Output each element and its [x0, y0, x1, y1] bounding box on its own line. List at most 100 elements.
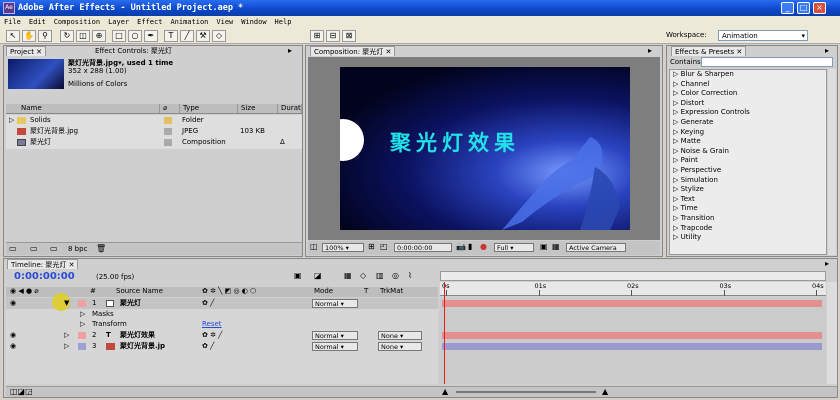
eye-icon[interactable]: ◉	[10, 341, 16, 352]
table-row[interactable]: ◉ ▷ 3 聚灯光背景.jp ✿ ╱ Normal ▾ None ▾	[6, 341, 438, 352]
table-row[interactable]: ◉ ▷ 2 T 聚光灯效果 ✿ ✲ ╱ Normal ▾ None ▾	[6, 330, 438, 341]
table-row[interactable]: ◉ ▼ 1 聚光灯 ✿ ╱ Normal ▾	[6, 293, 438, 311]
triangle-right-icon[interactable]: ▷	[64, 330, 69, 341]
effect-category-item[interactable]: ▷ Utility	[670, 233, 826, 243]
effect-category-item[interactable]: ▷ Paint	[670, 156, 826, 166]
mode-select[interactable]: Normal ▾	[312, 342, 358, 351]
effect-category-item[interactable]: ▷ Distort	[670, 99, 826, 109]
time-navigator[interactable]	[440, 271, 826, 281]
tab-effect-controls[interactable]: Effect Controls: 聚光灯	[92, 46, 175, 56]
panel-menu-icon[interactable]: ▸	[825, 46, 829, 55]
triangle-right-icon[interactable]: ▷	[64, 341, 69, 352]
tab-composition[interactable]: Composition: 聚光灯 ✕	[310, 46, 396, 56]
toggle-switches-icon[interactable]: ◫◪◲	[10, 387, 33, 396]
transparency-grid-icon[interactable]: ▦	[552, 242, 560, 251]
effect-category-item[interactable]: ▷ Expression Controls	[670, 108, 826, 118]
label-swatch[interactable]	[78, 300, 86, 307]
effect-category-item[interactable]: ▷ Channel	[670, 80, 826, 90]
effect-category-item[interactable]: ▷ Text	[670, 195, 826, 205]
motion-blur-icon[interactable]: ◎	[392, 271, 399, 280]
label-swatch[interactable]	[78, 343, 86, 350]
bpc-label[interactable]: 8 bpc	[68, 245, 87, 253]
list-item[interactable]: 聚光灯 Composition Δ	[6, 137, 302, 148]
mode-select[interactable]: Normal ▾	[312, 299, 358, 308]
effect-category-item[interactable]: ▷ Matte	[670, 137, 826, 147]
snapshot-icon[interactable]: 📷	[456, 242, 466, 251]
comp-canvas[interactable]: 聚光灯效果	[340, 67, 630, 230]
world-axis-icon[interactable]: ⊟	[326, 30, 340, 42]
triangle-down-icon[interactable]: ▼	[64, 298, 69, 309]
eye-icon[interactable]: ◉	[10, 298, 16, 309]
menu-edit[interactable]: Edit	[25, 16, 50, 28]
view-axis-icon[interactable]: ⊠	[342, 30, 356, 42]
effect-category-item[interactable]: ▷ Generate	[670, 118, 826, 128]
draft-3d-icon[interactable]: ▦	[344, 271, 352, 280]
timeline-scrollbar[interactable]	[827, 282, 837, 384]
brush-tool-icon[interactable]: ╱	[180, 30, 194, 42]
graph-editor-icon[interactable]: ⌇	[408, 271, 412, 280]
tab-timeline[interactable]: Timeline: 聚光灯 ✕	[7, 259, 79, 269]
tab-effects-presets[interactable]: Effects & Presets ✕	[671, 46, 747, 56]
effects-search-input[interactable]	[701, 57, 833, 67]
resolution-select[interactable]: Full ▾	[494, 243, 534, 252]
menu-view[interactable]: View	[212, 16, 237, 28]
col-type[interactable]: Type	[180, 104, 238, 113]
col-size[interactable]: Size	[238, 104, 278, 113]
grid-icon[interactable]: ⊞	[368, 242, 375, 251]
label-swatch[interactable]	[164, 117, 172, 124]
live-update-icon[interactable]: ◪	[314, 271, 322, 280]
shy-switch-icon[interactable]: ✿ ╱	[202, 298, 214, 309]
eye-icon[interactable]: ◉	[10, 330, 16, 341]
panel-menu-icon[interactable]: ▸	[288, 46, 292, 55]
panel-menu-icon[interactable]: ▸	[825, 259, 829, 268]
text-tool-icon[interactable]: T	[164, 30, 178, 42]
layer-name[interactable]: 聚光灯	[120, 298, 141, 309]
tab-project[interactable]: Project ✕	[6, 46, 47, 56]
shy-switch-icon[interactable]: ✿ ╱	[202, 341, 214, 352]
new-folder-icon[interactable]: ▭	[30, 244, 38, 253]
effect-category-item[interactable]: ▷ Keying	[670, 128, 826, 138]
effect-category-item[interactable]: ▷ Time	[670, 204, 826, 214]
zoom-out-icon[interactable]: ▲	[442, 387, 448, 396]
clone-tool-icon[interactable]: ⚒	[196, 30, 210, 42]
trash-icon[interactable]: 🗑	[96, 244, 106, 253]
hide-shy-layers-icon[interactable]: ◇	[360, 271, 366, 280]
axis-mode-icon[interactable]: ⊞	[310, 30, 324, 42]
label-swatch[interactable]	[164, 139, 172, 146]
pan-behind-tool-icon[interactable]: ⊕	[92, 30, 106, 42]
comp-mini-flowchart-icon[interactable]: ▣	[294, 271, 302, 280]
col-name[interactable]: Name	[18, 104, 160, 113]
workspace-select[interactable]: Animation ▾	[718, 30, 808, 41]
mode-select[interactable]: Normal ▾	[312, 331, 358, 340]
eraser-tool-icon[interactable]: ◇	[212, 30, 226, 42]
pen-tool-icon[interactable]: ✒	[144, 30, 158, 42]
effects-scrollbar[interactable]	[828, 69, 836, 255]
hand-tool-icon[interactable]: ✋	[22, 30, 36, 42]
effect-category-item[interactable]: ▷ Transition	[670, 214, 826, 224]
shy-switch-icon[interactable]: ✿ ✲ ╱	[202, 330, 222, 341]
effect-category-item[interactable]: ▷ Blur & Sharpen	[670, 70, 826, 80]
label-swatch[interactable]	[164, 128, 172, 135]
zoom-select[interactable]: 100% ▾	[322, 243, 364, 252]
zoom-slider[interactable]	[456, 391, 596, 393]
camera-tool-icon[interactable]: ◫	[76, 30, 90, 42]
region-of-interest-icon[interactable]: ▣	[540, 242, 548, 251]
current-time-field[interactable]: 0:00:00:00	[394, 243, 452, 252]
panel-menu-icon[interactable]: ▸	[648, 46, 652, 55]
layer-name[interactable]: 聚灯光背景.jp	[120, 341, 165, 352]
selection-tool-icon[interactable]: ↖	[6, 30, 20, 42]
trkmat-select[interactable]: None ▾	[378, 331, 422, 340]
effect-category-item[interactable]: ▷ Color Correction	[670, 89, 826, 99]
camera-select[interactable]: Active Camera	[566, 243, 626, 252]
col-source-name[interactable]: Source Name	[116, 287, 163, 295]
zoom-in-icon[interactable]: ▲	[602, 387, 608, 396]
maximize-icon[interactable]: □	[797, 2, 810, 14]
minimize-icon[interactable]: _	[781, 2, 794, 14]
frame-blending-icon[interactable]: ▥	[376, 271, 384, 280]
mask-view-icon[interactable]: ◰	[380, 242, 388, 251]
menu-help[interactable]: Help	[271, 16, 296, 28]
timeline-current-time[interactable]: 0:00:00:00	[14, 271, 75, 282]
always-preview-icon[interactable]: ◫	[310, 242, 318, 251]
current-time-indicator[interactable]	[444, 282, 445, 384]
triangle-right-icon[interactable]: ▷	[9, 115, 14, 126]
